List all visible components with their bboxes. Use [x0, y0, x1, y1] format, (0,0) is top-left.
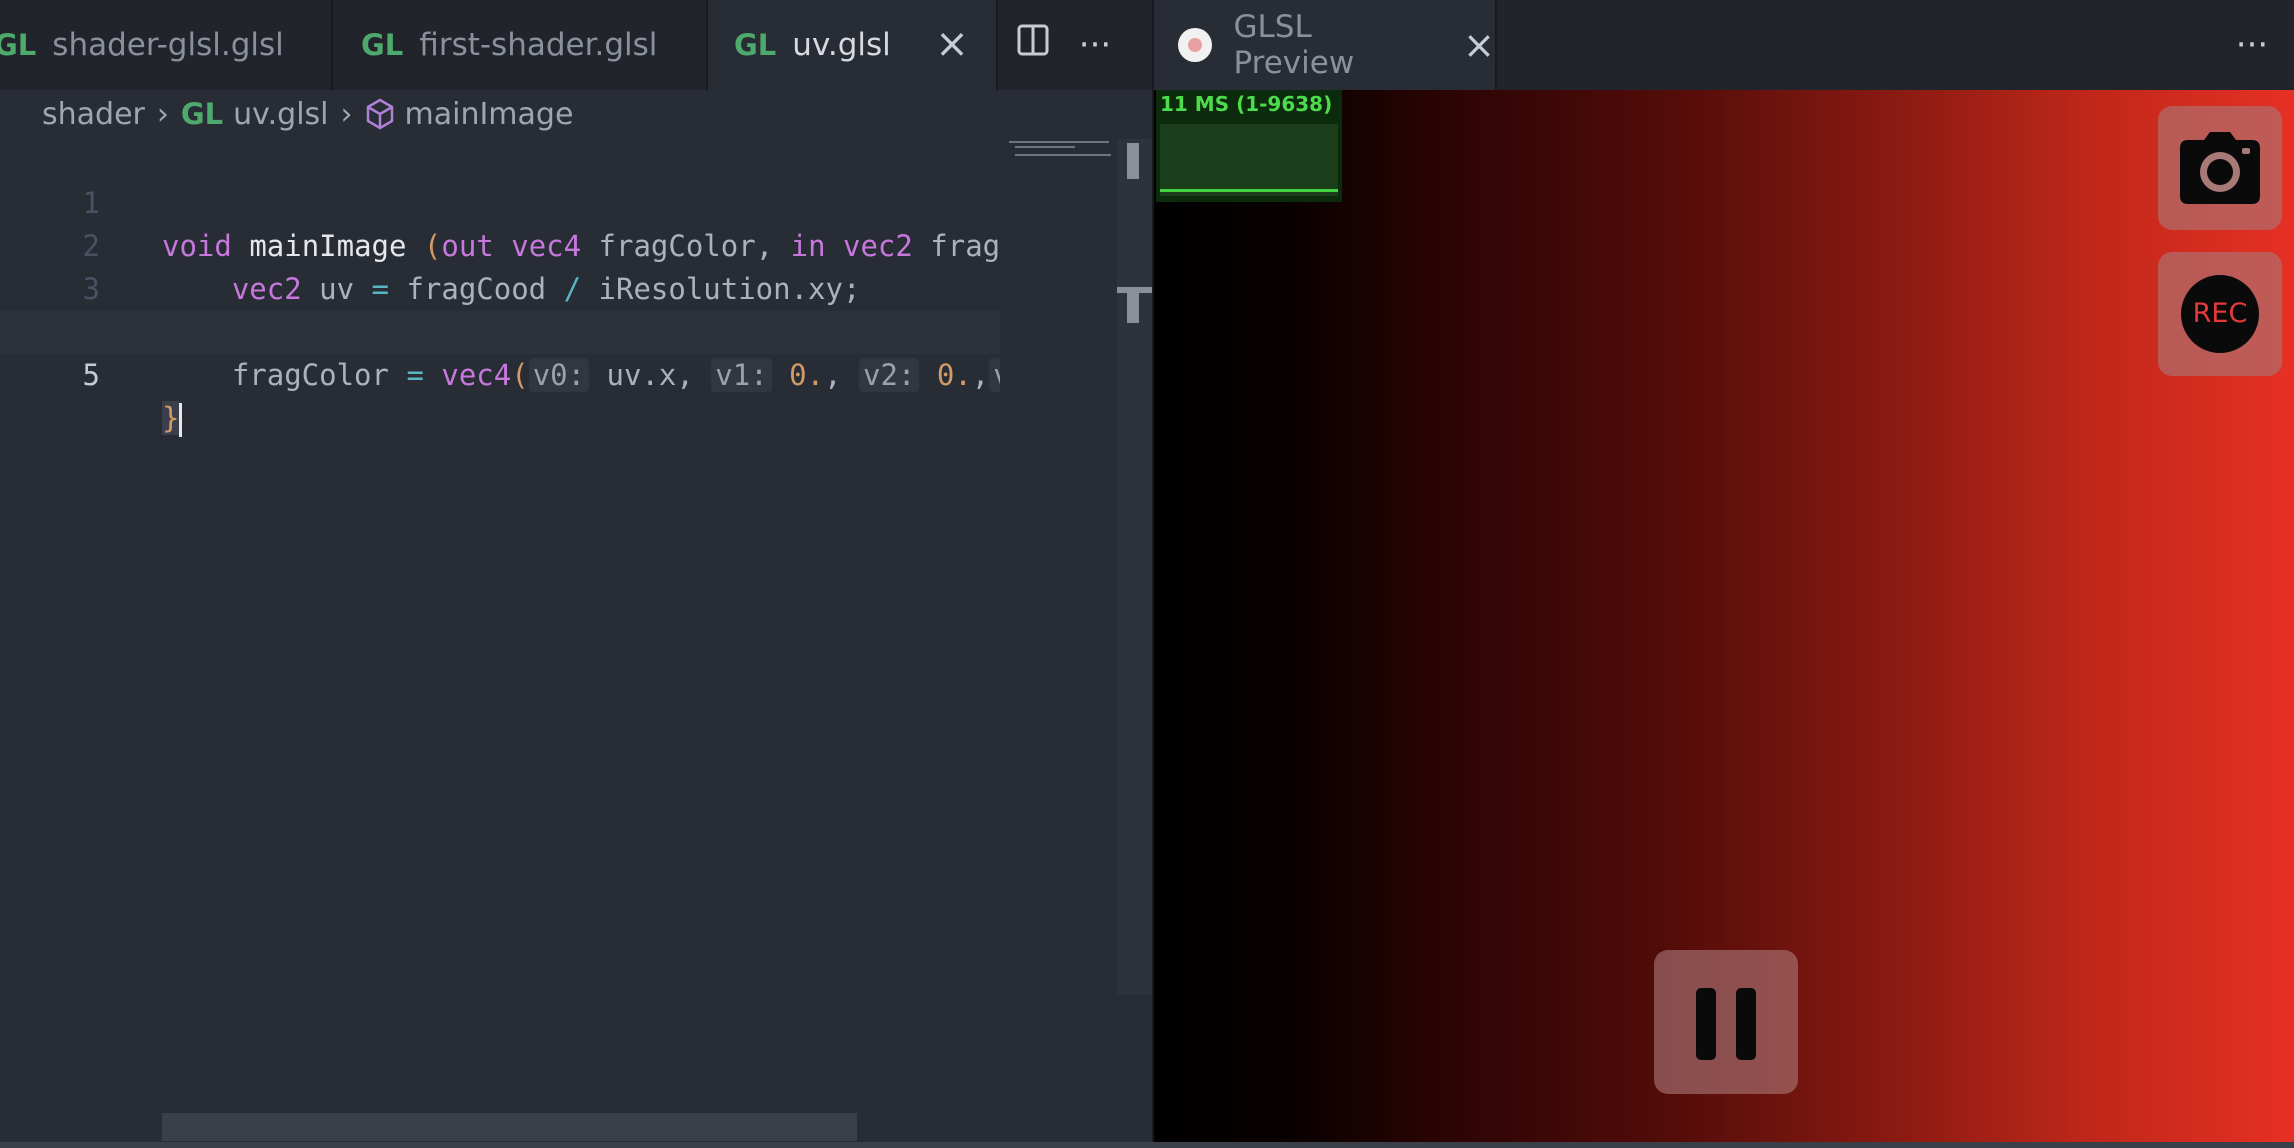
code-line[interactable]: 3: [0, 225, 1000, 306]
code-editor[interactable]: 1 void mainImage (out vec4 fragColor, in…: [0, 139, 1000, 437]
pause-icon: [1694, 988, 1758, 1064]
scrollbar-thumb[interactable]: [1127, 143, 1139, 179]
breadcrumb-folder[interactable]: shader: [42, 97, 145, 132]
vertical-scrollbar[interactable]: [1117, 139, 1152, 994]
glsl-preview-logo-icon: [1178, 28, 1212, 62]
tab-glsl-preview[interactable]: GLSL Preview ×: [1154, 0, 1497, 90]
glsl-file-icon: GL: [361, 28, 404, 62]
stats-graph-line: [1160, 189, 1338, 192]
tab-shader-glsl[interactable]: GL shader-glsl.glsl: [0, 0, 333, 90]
tab-label: first-shader.glsl: [419, 27, 658, 63]
more-actions-icon[interactable]: ···: [2230, 23, 2274, 67]
symbol-method-icon: [365, 98, 395, 130]
glsl-file-icon: GL: [0, 28, 37, 62]
preview-pane: GLSL Preview × ··· 11 MS (1-9638) REC: [1152, 0, 2294, 1148]
glsl-file-icon: GL: [180, 97, 224, 131]
code-text[interactable]: fragColor = vec4(v0: uv.x, v1: 0., v2: 0…: [162, 354, 1000, 397]
status-divider: [0, 1142, 2294, 1148]
close-icon[interactable]: ×: [1463, 23, 1495, 67]
more-actions-icon[interactable]: ···: [1073, 23, 1117, 67]
close-icon[interactable]: ×: [930, 22, 974, 66]
text-cursor: [179, 403, 183, 437]
code-line[interactable]: 1 void mainImage (out vec4 fragColor, in…: [0, 139, 1000, 263]
screenshot-button[interactable]: [2158, 106, 2282, 230]
tab-label: uv.glsl: [792, 27, 891, 63]
line-number: 5: [82, 358, 100, 392]
breadcrumb: shader › GL uv.glsl › mainImage: [42, 92, 573, 136]
code-line[interactable]: 4 fragColor = vec4(v0: uv.x, v1: 0., v2:…: [0, 268, 1000, 392]
split-editor-icon[interactable]: [1011, 23, 1055, 67]
stats-text: 11 MS (1-9638): [1160, 92, 1333, 116]
breadcrumb-file[interactable]: uv.glsl: [233, 97, 328, 132]
scrollbar-marker: [1127, 287, 1139, 323]
tab-label: GLSL Preview: [1233, 9, 1355, 81]
glsl-file-icon: GL: [734, 28, 777, 62]
camera-icon: [2180, 132, 2260, 208]
shader-canvas[interactable]: 11 MS (1-9638) REC: [1154, 90, 2294, 1142]
fps-stats-panel[interactable]: 11 MS (1-9638): [1156, 90, 1342, 202]
minimap[interactable]: [1005, 139, 1117, 169]
tab-label: shader-glsl.glsl: [52, 27, 284, 63]
editor-tab-bar: GL shader-glsl.glsl GL first-shader.glsl…: [0, 0, 1152, 90]
breadcrumb-symbol[interactable]: mainImage: [405, 97, 574, 132]
stats-graph: [1160, 124, 1338, 196]
chevron-right-icon: ›: [156, 96, 169, 132]
editor-pane: GL shader-glsl.glsl GL first-shader.glsl…: [0, 0, 1152, 1148]
rec-label: REC: [2181, 275, 2259, 353]
record-button[interactable]: REC: [2158, 252, 2282, 376]
code-line[interactable]: 2 vec2 uv = fragCood / iResolution.xy;: [0, 182, 1000, 306]
code-line-current[interactable]: 5 }: [0, 311, 1000, 437]
chevron-right-icon: ›: [340, 96, 353, 132]
tab-uv-glsl[interactable]: GL uv.glsl ×: [708, 0, 998, 90]
code-text[interactable]: }: [162, 397, 1000, 440]
horizontal-scrollbar[interactable]: [162, 1113, 857, 1141]
pause-button[interactable]: [1654, 950, 1798, 1094]
tab-first-shader[interactable]: GL first-shader.glsl: [333, 0, 708, 90]
